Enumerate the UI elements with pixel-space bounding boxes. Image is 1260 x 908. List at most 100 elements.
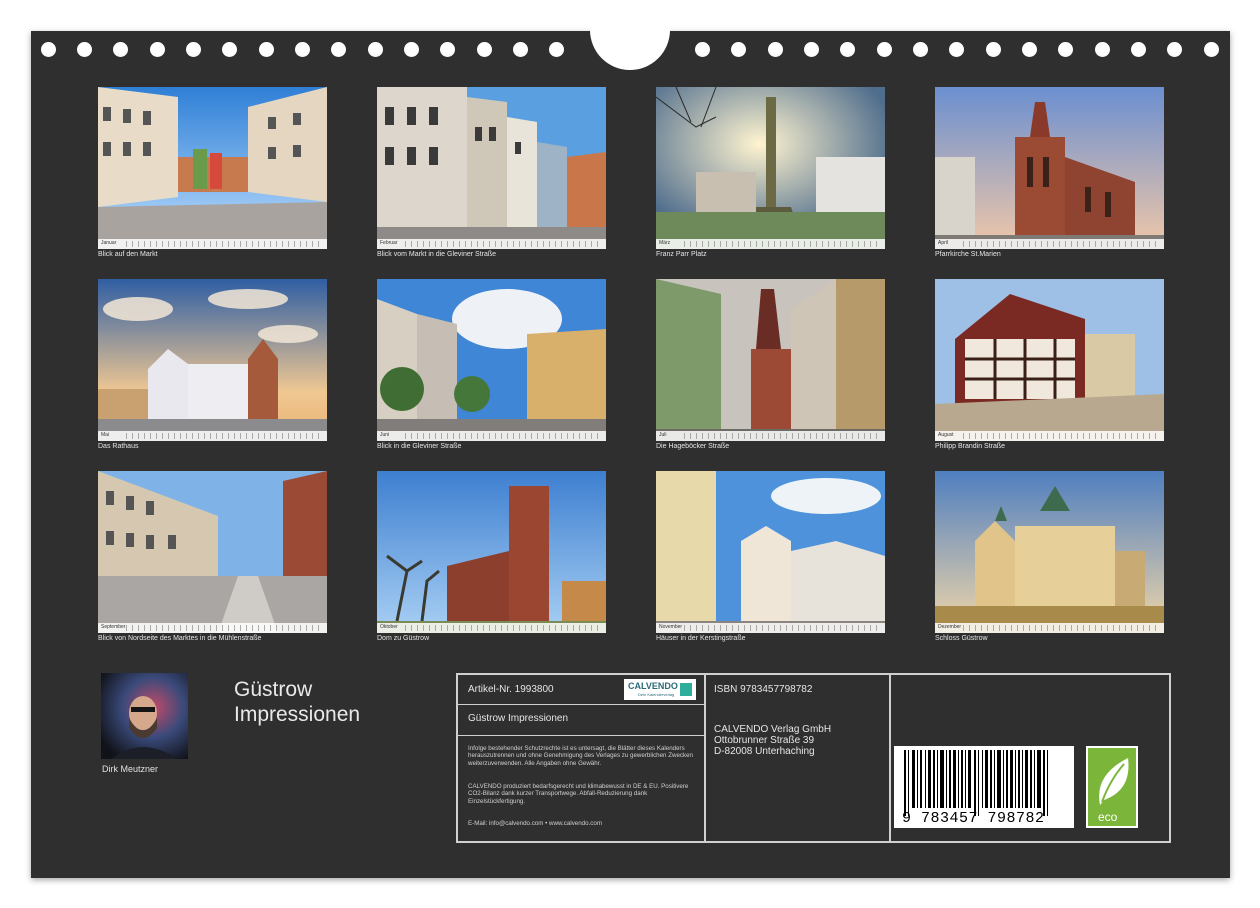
month-label: August xyxy=(938,432,954,438)
castle-photo xyxy=(935,471,1164,633)
month-thumbnail: Juni xyxy=(377,279,606,441)
binding-hole xyxy=(368,42,383,57)
binding-holes xyxy=(31,23,1230,71)
month-thumbnail: Juli xyxy=(656,279,885,441)
calendar-strip: Februar xyxy=(377,239,606,249)
binding-hole xyxy=(477,42,492,57)
month-label: Januar xyxy=(101,240,117,246)
info-column-middle: ISBN 9783457798782 CALVENDO Verlag GmbH … xyxy=(706,675,891,841)
binding-hole xyxy=(404,42,419,57)
month-label: November xyxy=(659,624,683,630)
calendar-strip: September xyxy=(98,623,327,633)
calendar-title: Güstrow Impressionen xyxy=(234,677,360,727)
month-label: Dezember xyxy=(938,624,962,630)
calvendo-logo: CALVENDO Dein Kalenderverlag xyxy=(624,679,696,700)
cathedral-photo xyxy=(377,471,606,633)
binding-hole xyxy=(113,42,128,57)
calendar-strip: Juli xyxy=(656,431,885,441)
month-label: Juni xyxy=(380,432,390,438)
leaf-icon xyxy=(1099,758,1129,805)
binding-hole xyxy=(1167,42,1182,57)
binding-hole xyxy=(513,42,528,57)
publisher-city: D-82008 Unterhaching xyxy=(714,746,815,757)
month-thumbnail: September xyxy=(98,471,327,633)
product-info-box: Artikel-Nr. 1993800 CALVENDO Dein Kalend… xyxy=(456,673,1171,843)
calendar-strip: März xyxy=(656,239,885,249)
month-label: Februar xyxy=(380,240,398,246)
calendar-strip: Mai xyxy=(98,431,327,441)
month-label: Juli xyxy=(659,432,667,438)
article-number: Artikel-Nr. 1993800 xyxy=(468,684,554,695)
binding-hole xyxy=(295,42,310,57)
calendar-strip: August xyxy=(935,431,1164,441)
info-column-left: Artikel-Nr. 1993800 CALVENDO Dein Kalend… xyxy=(458,675,706,841)
barcode-digits: 9 783457 798782 xyxy=(902,810,1045,827)
muehlenstrasse-photo xyxy=(98,471,327,633)
month-thumbnail: Dezember xyxy=(935,471,1164,633)
franz-parr-square-photo xyxy=(656,87,885,249)
photo-caption: Philipp Brandin Straße xyxy=(935,443,1006,450)
eco-badge: eco xyxy=(1086,746,1138,828)
calendar-back-cover: Januar Blick auf den Markt Februar Blick… xyxy=(31,23,1230,878)
photo-caption: Die Hageböcker Straße xyxy=(656,443,730,450)
photo-caption: Das Rathaus xyxy=(98,443,139,450)
calendar-strip: Dezember xyxy=(935,623,1164,633)
binding-hole xyxy=(877,42,892,57)
calendar-strip: Juni xyxy=(377,431,606,441)
calendar-strip: April xyxy=(935,239,1164,249)
binding-hole xyxy=(986,42,1001,57)
binding-hole xyxy=(1058,42,1073,57)
hanger-notch xyxy=(590,23,670,70)
binding-hole xyxy=(695,42,710,57)
month-thumbnail: Oktober xyxy=(377,471,606,633)
month-label: Oktober xyxy=(380,624,398,630)
binding-hole xyxy=(549,42,564,57)
binding-hole xyxy=(150,42,165,57)
author-avatar xyxy=(101,673,188,759)
binding-hole xyxy=(1204,42,1219,57)
photo-caption: Häuser in der Kerstingstraße xyxy=(656,635,746,642)
philipp-brandin-street-photo xyxy=(935,279,1164,441)
month-thumbnail: April xyxy=(935,87,1164,249)
photo-caption: Blick in die Gleviner Straße xyxy=(377,443,462,450)
contact-line: E-Mail: info@calvendo.com • www.calvendo… xyxy=(468,820,602,827)
market-square-photo xyxy=(98,87,327,249)
month-thumbnail: März xyxy=(656,87,885,249)
binding-hole xyxy=(1095,42,1110,57)
author-name: Dirk Meutzner xyxy=(102,764,159,774)
calendar-strip: Januar xyxy=(98,239,327,249)
binding-hole xyxy=(222,42,237,57)
month-thumbnail: November xyxy=(656,471,885,633)
photo-caption: Pfarrkirche St.Marien xyxy=(935,251,1001,258)
photo-caption: Franz Parr Platz xyxy=(656,251,707,258)
logo-subtext: Dein Kalenderverlag xyxy=(638,692,675,697)
binding-hole xyxy=(259,42,274,57)
binding-hole xyxy=(186,42,201,57)
month-label: September xyxy=(101,624,126,630)
binding-hole xyxy=(440,42,455,57)
climate-notice: CALVENDO produziert bedarfsgerecht und k… xyxy=(468,783,689,805)
photo-caption: Blick auf den Markt xyxy=(98,251,158,258)
calendar-strip: Oktober xyxy=(377,623,606,633)
month-thumbnail: August xyxy=(935,279,1164,441)
article-row: Artikel-Nr. 1993800 CALVENDO Dein Kalend… xyxy=(458,675,704,705)
eco-label: eco xyxy=(1098,810,1118,824)
month-label: Mai xyxy=(101,432,110,438)
calendar-strip: November xyxy=(656,623,885,633)
binding-hole xyxy=(731,42,746,57)
photo-caption: Schloss Güstrow xyxy=(935,635,988,642)
month-thumbnail: Januar xyxy=(98,87,327,249)
month-thumbnail: Mai xyxy=(98,279,327,441)
publisher-street: Ottobrunner Straße 39 xyxy=(714,735,815,746)
month-label: März xyxy=(659,240,671,246)
photo-caption: Blick vom Markt in die Gleviner Straße xyxy=(377,251,497,258)
month-label: April xyxy=(938,240,949,246)
binding-hole xyxy=(768,42,783,57)
product-title: Güstrow Impressionen xyxy=(468,713,569,724)
town-hall-photo xyxy=(98,279,327,441)
logo-mark-icon xyxy=(680,683,692,696)
binding-hole xyxy=(41,42,56,57)
gleviner-street-view-photo xyxy=(377,279,606,441)
binding-hole xyxy=(1022,42,1037,57)
product-title-row: Güstrow Impressionen xyxy=(458,705,704,736)
